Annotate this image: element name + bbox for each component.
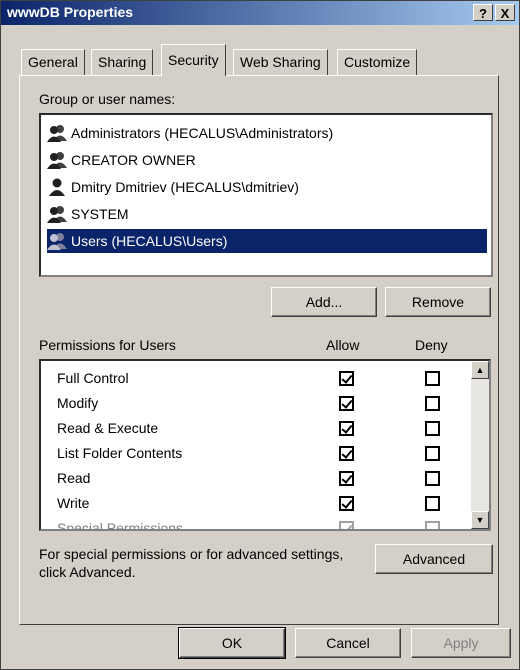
deny-checkbox[interactable]: [425, 371, 440, 386]
tab-customize[interactable]: Customize: [337, 49, 418, 75]
scroll-down-icon[interactable]: ▼: [471, 511, 489, 529]
group-names-label: Group or user names:: [39, 91, 176, 107]
close-button[interactable]: X: [495, 4, 515, 21]
add-button[interactable]: Add...: [271, 287, 377, 317]
permission-row: Write: [57, 495, 90, 511]
list-item[interactable]: Dmitry Dmitriev (HECALUS\dmitriev): [47, 175, 299, 199]
group-icon: [47, 124, 67, 142]
cancel-button[interactable]: Cancel: [295, 628, 401, 658]
deny-checkbox[interactable]: [425, 446, 440, 461]
list-item-label: Users (HECALUS\Users): [71, 233, 228, 249]
allow-checkbox[interactable]: [339, 371, 354, 386]
help-button[interactable]: ?: [473, 4, 493, 21]
user-icon: [47, 178, 67, 196]
advanced-button[interactable]: Advanced: [375, 544, 493, 574]
remove-button[interactable]: Remove: [385, 287, 491, 317]
allow-checkbox[interactable]: [339, 496, 354, 511]
deny-checkbox[interactable]: [425, 496, 440, 511]
permission-row: Read & Execute: [57, 420, 159, 436]
title-bar[interactable]: wwwDB Properties ? X: [1, 1, 519, 25]
advanced-note: For special permissions or for advanced …: [39, 546, 344, 580]
list-item-label: Administrators (HECALUS\Administrators): [71, 125, 334, 141]
list-item-selected[interactable]: Users (HECALUS\Users): [47, 229, 487, 253]
properties-dialog: wwwDB Properties ? X General Sharing Sec…: [0, 0, 520, 670]
deny-checkbox[interactable]: [425, 421, 440, 436]
group-icon: [47, 232, 67, 250]
permission-row: Modify: [57, 395, 99, 411]
group-user-list[interactable]: Administrators (HECALUS\Administrators) …: [39, 113, 493, 277]
permission-row: List Folder Contents: [57, 445, 183, 461]
allow-header: Allow: [326, 337, 360, 353]
group-icon: [47, 205, 67, 223]
deny-checkbox[interactable]: [425, 396, 440, 411]
apply-button: Apply: [411, 628, 511, 658]
allow-checkbox[interactable]: [339, 471, 354, 486]
window-title: wwwDB Properties: [7, 4, 134, 20]
tab-web-sharing[interactable]: Web Sharing: [233, 49, 328, 75]
group-icon: [47, 151, 67, 169]
permission-row: Read: [57, 470, 91, 486]
list-item-label: Dmitry Dmitriev (HECALUS\dmitriev): [71, 179, 299, 195]
tab-security[interactable]: Security: [161, 44, 226, 76]
allow-checkbox: [339, 521, 354, 529]
deny-header: Deny: [415, 337, 448, 353]
list-item-label: CREATOR OWNER: [71, 152, 196, 168]
scroll-up-icon[interactable]: ▲: [471, 361, 489, 379]
tab-sharing[interactable]: Sharing: [91, 49, 154, 75]
list-item[interactable]: SYSTEM: [47, 202, 129, 226]
list-item[interactable]: CREATOR OWNER: [47, 148, 196, 172]
list-item-label: SYSTEM: [71, 206, 129, 222]
permissions-label: Permissions for Users: [39, 337, 176, 353]
ok-button[interactable]: OK: [178, 627, 286, 659]
tab-general[interactable]: General: [21, 49, 85, 75]
allow-checkbox[interactable]: [339, 446, 354, 461]
permissions-scrollbar[interactable]: ▲ ▼: [471, 361, 489, 529]
deny-checkbox: [425, 521, 440, 529]
permission-row: Full Control: [57, 370, 129, 386]
allow-checkbox[interactable]: [339, 421, 354, 436]
allow-checkbox[interactable]: [339, 396, 354, 411]
list-item[interactable]: Administrators (HECALUS\Administrators): [47, 121, 333, 145]
permission-row: Special Permissions: [57, 520, 184, 531]
deny-checkbox[interactable]: [425, 471, 440, 486]
permissions-list[interactable]: Full Control Modify Read & Execute List …: [39, 359, 491, 531]
